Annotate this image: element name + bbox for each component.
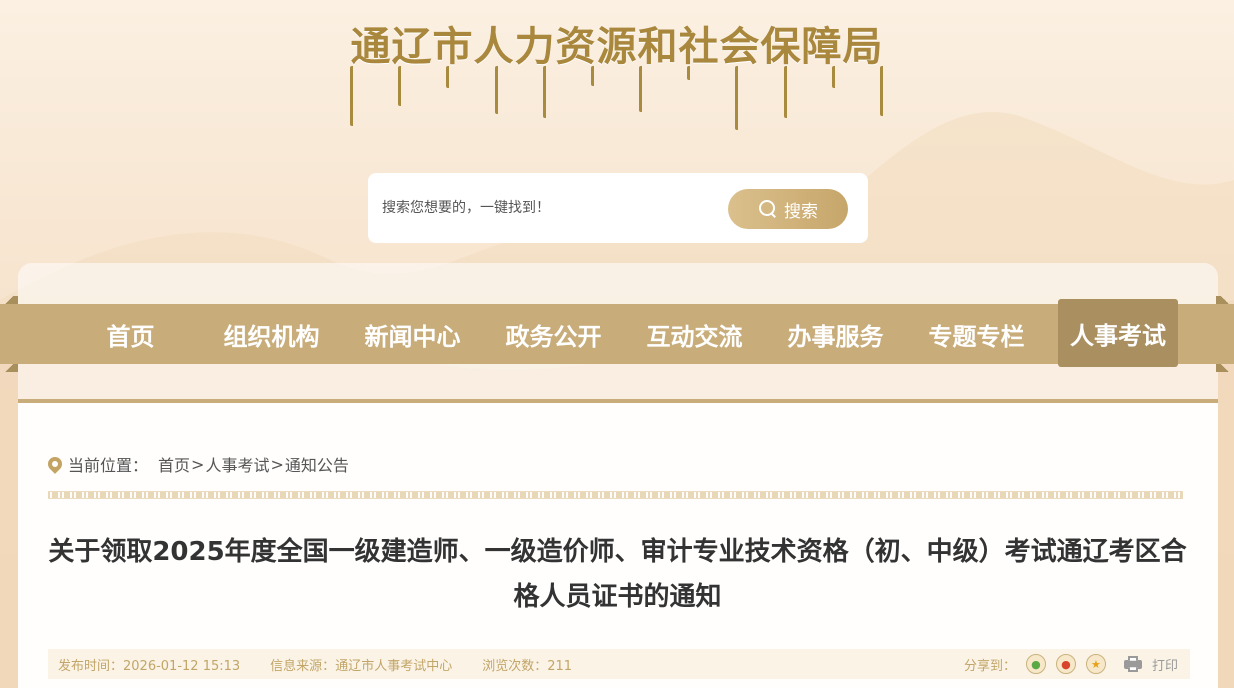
nav-fold-right-bottom — [1216, 364, 1234, 372]
breadcrumb-prefix: 当前位置： — [68, 456, 149, 475]
breadcrumb-separator: > — [191, 454, 205, 474]
view-count: 浏览次数：211 — [482, 655, 572, 674]
breadcrumb-separator: > — [270, 454, 284, 474]
decorative-divider — [48, 491, 1183, 499]
breadcrumb-personnel-exams[interactable]: 人事考试 — [205, 452, 269, 476]
weibo-icon[interactable]: ● — [1055, 654, 1076, 674]
mongolian-script-title — [350, 66, 890, 132]
qzone-icon[interactable]: ★ — [1085, 654, 1106, 674]
share-label: 分享到： — [963, 658, 1016, 674]
nav-underline — [18, 399, 1218, 403]
nav-fold-left-bottom — [0, 364, 18, 372]
search-button[interactable]: 搜索 — [728, 189, 848, 229]
view-count-label: 浏览次数： — [482, 658, 548, 674]
nav-item-news[interactable]: 新闻中心 — [342, 304, 483, 364]
wechat-icon[interactable]: ● — [1025, 654, 1046, 674]
publish-time: 发布时间：2026-01-12 15:13 — [58, 655, 240, 674]
nav-item-personnel-exams[interactable]: 人事考试 — [1058, 299, 1178, 367]
breadcrumb-home[interactable]: 首页 — [158, 452, 190, 476]
share-toolbar: 分享到： ● ● ★ 打印 — [964, 654, 1190, 674]
publish-time-value: 2026-01-12 15:13 — [123, 658, 241, 674]
search-icon — [758, 199, 778, 219]
article-meta-bar: 发布时间：2026-01-12 15:13 信息来源：通辽市人事考试中心 浏览次… — [48, 649, 1190, 679]
nav-fold-left — [0, 296, 18, 304]
breadcrumb-notices[interactable]: 通知公告 — [285, 452, 349, 476]
nav-item-organization[interactable]: 组织机构 — [201, 304, 342, 364]
print-icon[interactable] — [1123, 656, 1142, 672]
print-button[interactable]: 打印 — [1152, 655, 1178, 674]
info-source: 信息来源：通辽市人事考试中心 — [270, 655, 452, 674]
nav-item-special-topics[interactable]: 专题专栏 — [906, 304, 1047, 364]
view-count-value: 211 — [547, 658, 573, 674]
location-pin-icon — [48, 457, 62, 475]
main-nav: 首页 组织机构 新闻中心 政务公开 互动交流 办事服务 专题专栏 人事考试 — [60, 299, 1190, 367]
site-title: 通辽市人力资源和社会保障局 — [350, 23, 884, 70]
search-button-label: 搜索 — [784, 201, 818, 222]
search-input[interactable] — [382, 193, 712, 223]
nav-item-interaction[interactable]: 互动交流 — [624, 304, 765, 364]
info-source-value: 通辽市人事考试中心 — [335, 658, 453, 674]
nav-item-government-affairs[interactable]: 政务公开 — [483, 304, 624, 364]
publish-time-label: 发布时间： — [58, 658, 124, 674]
nav-item-home[interactable]: 首页 — [60, 304, 201, 364]
nav-fold-right — [1216, 296, 1234, 304]
search-box: 搜索 — [368, 173, 868, 243]
breadcrumb: 当前位置： 首页 > 人事考试 > 通知公告 — [48, 452, 349, 476]
article-title: 关于领取2025年度全国一级建造师、一级造价师、审计专业技术资格（初、中级）考试… — [48, 537, 1187, 612]
nav-item-services[interactable]: 办事服务 — [765, 304, 906, 364]
info-source-label: 信息来源： — [270, 658, 336, 674]
